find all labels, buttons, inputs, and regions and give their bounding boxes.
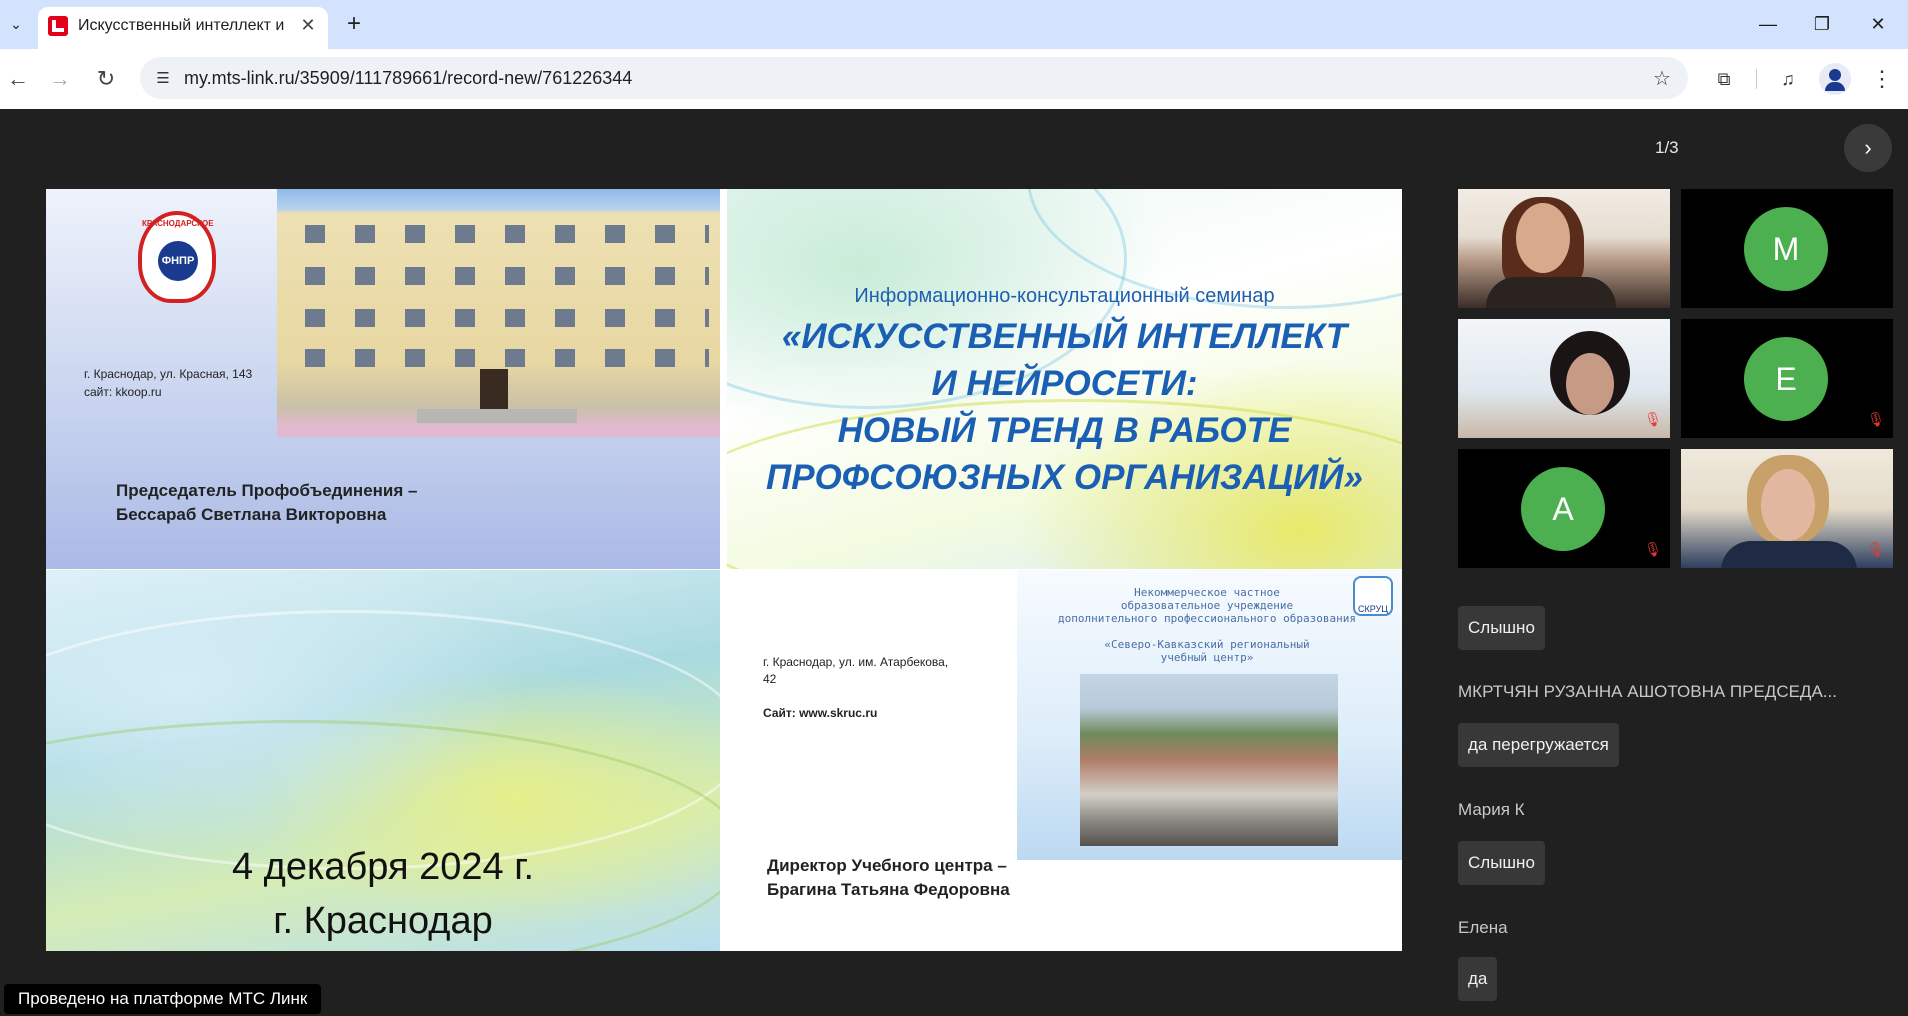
- participant-video-2[interactable]: 🎙: [1458, 319, 1670, 438]
- minimize-icon[interactable]: —: [1748, 8, 1788, 40]
- union-address: г. Краснодар, ул. Красная, 143 сайт: kko…: [84, 367, 253, 399]
- chat-message: да: [1458, 957, 1498, 1001]
- media-control-icon[interactable]: ♫: [1772, 63, 1804, 95]
- restore-icon[interactable]: ❐: [1802, 8, 1842, 40]
- participant-tile-e[interactable]: E 🎙: [1681, 319, 1893, 438]
- mic-muted-icon: 🎙: [1644, 410, 1662, 427]
- chevron-right-icon: ›: [1864, 135, 1872, 160]
- site-info-icon[interactable]: ☰: [150, 65, 176, 91]
- tab-title: Искусственный интеллект и не: [78, 17, 288, 34]
- participant-video-1[interactable]: [1458, 189, 1670, 308]
- bookmark-star-icon[interactable]: ☆: [1648, 64, 1676, 92]
- forward-icon[interactable]: →: [42, 61, 78, 97]
- slide-quadrant-union: КРАСНОДАРСКОЕ ФНПР г. Краснодар, ул. Кра…: [46, 189, 720, 569]
- presentation-slide: КРАСНОДАРСКОЕ ФНПР г. Краснодар, ул. Кра…: [46, 189, 1402, 951]
- chat-author: Мария К: [1458, 800, 1525, 819]
- seminar-date: 4 декабря 2024 г. г. Краснодар: [231, 846, 535, 942]
- slide-page-counter: 1/3: [1655, 138, 1679, 157]
- reload-icon[interactable]: ↻: [88, 61, 124, 97]
- tab-search-icon[interactable]: ⌄: [4, 10, 28, 38]
- chat-message: Слышно: [1458, 841, 1545, 885]
- participant-tile-m[interactable]: M: [1681, 189, 1893, 308]
- browser-toolbar: ← → ↻ ☰ my.mts-link.ru/35909/111789661/r…: [0, 49, 1908, 109]
- close-window-icon[interactable]: ✕: [1858, 8, 1898, 40]
- mic-muted-icon: 🎙: [1867, 410, 1885, 427]
- participant-tile-a[interactable]: A 🎙: [1458, 449, 1670, 568]
- address-bar[interactable]: ☰ my.mts-link.ru/35909/111789661/record-…: [140, 57, 1688, 99]
- skruc-logo: СКРУЦ: [1353, 576, 1393, 616]
- new-tab-icon[interactable]: +: [340, 8, 368, 40]
- next-slide-button[interactable]: ›: [1844, 124, 1892, 172]
- back-icon[interactable]: ←: [0, 61, 36, 97]
- building-photo: [277, 189, 720, 437]
- participant-avatar: E: [1744, 337, 1828, 421]
- profile-avatar-icon[interactable]: [1819, 63, 1851, 95]
- seminar-title: «ИСКУССТВЕННЫЙ ИНТЕЛЛЕКТ И НЕЙРОСЕТИ: НО…: [766, 317, 1363, 497]
- seminar-kicker: Информационно-консультационный семинар: [854, 285, 1275, 307]
- chat-author: Елена: [1458, 918, 1508, 937]
- center-building-photo: [1080, 674, 1338, 846]
- menu-kebab-icon[interactable]: ⋮: [1866, 63, 1898, 95]
- slide-quadrant-center: г. Краснодар, ул. им. Атарбекова, 42 Сай…: [727, 570, 1402, 951]
- center-director: Директор Учебного центра – Брагина Татья…: [767, 856, 1010, 899]
- union-chair: Председатель Профобъединения – Бессараб …: [116, 481, 418, 524]
- slide-quadrant-title: Информационно-консультационный семинар «…: [727, 189, 1402, 569]
- fnpr-logo: КРАСНОДАРСКОЕ ФНПР: [138, 211, 216, 303]
- close-tab-icon[interactable]: ✕: [296, 13, 320, 37]
- tab-strip: ⌄ Искусственный интеллект и не ✕ + — ❐ ✕: [0, 0, 1908, 49]
- extensions-icon[interactable]: ⧉: [1708, 63, 1740, 95]
- center-address: г. Краснодар, ул. им. Атарбекова, 42: [763, 655, 949, 686]
- mts-link-favicon-icon: [48, 16, 68, 36]
- platform-badge: Проведено на платформе МТС Линк: [4, 984, 322, 1014]
- chat-message: да перегружается: [1458, 723, 1619, 767]
- participant-avatar: M: [1744, 207, 1828, 291]
- url-text[interactable]: my.mts-link.ru/35909/111789661/record-ne…: [184, 68, 632, 89]
- toolbar-separator: [1756, 69, 1757, 89]
- center-org-name: Некоммерческое частное образовательное у…: [1057, 586, 1356, 664]
- slide-quadrant-date: 4 декабря 2024 г. г. Краснодар: [46, 570, 720, 951]
- chat-author: МКРТЧЯН РУЗАННА АШОТОВНА ПРЕДСЕДА...: [1458, 682, 1837, 701]
- participant-video-3[interactable]: 🎙: [1681, 449, 1893, 568]
- center-site: Сайт: www.skruc.ru: [763, 706, 878, 720]
- active-tab[interactable]: Искусственный интеллект и не ✕: [38, 7, 328, 49]
- participant-avatar: A: [1521, 467, 1605, 551]
- mic-muted-icon: 🎙: [1867, 540, 1885, 557]
- chat-message: Слышно: [1458, 606, 1545, 650]
- mic-muted-icon: 🎙: [1644, 540, 1662, 557]
- center-panel: Некоммерческое частное образовательное у…: [1017, 570, 1402, 860]
